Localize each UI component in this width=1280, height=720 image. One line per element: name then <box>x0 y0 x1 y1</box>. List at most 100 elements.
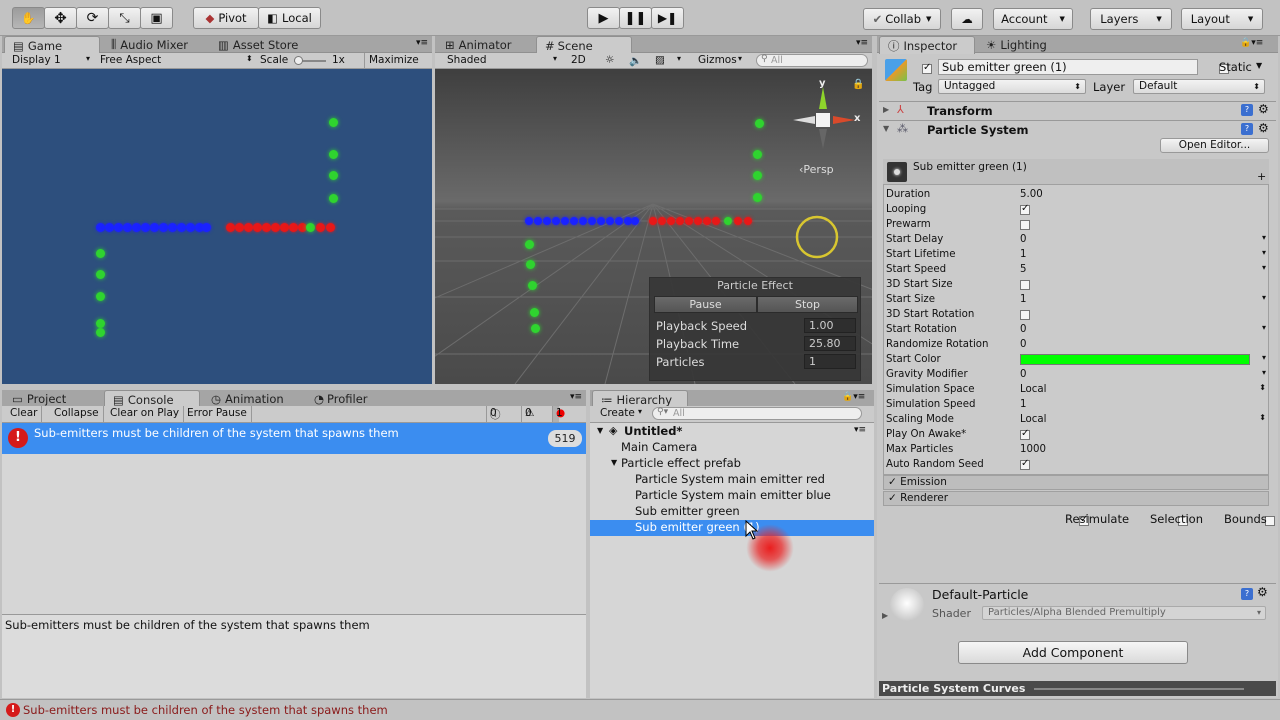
particle-system-curves-bar[interactable]: Particle System Curves <box>879 681 1276 696</box>
expand-arrow-icon[interactable]: ▼ <box>883 124 889 133</box>
hierarchy-item-emitter-red[interactable]: Particle System main emitter red <box>590 472 874 488</box>
tab-game[interactable]: ▤ Game <box>4 36 100 54</box>
aspect-dropdown[interactable]: Free Aspect <box>100 54 161 66</box>
account-dropdown[interactable]: Account ▼ <box>993 8 1073 30</box>
game-panel-menu-icon[interactable]: ▾≡ <box>416 38 428 48</box>
create-dropdown[interactable]: Create <box>600 407 635 419</box>
scale-slider-thumb[interactable] <box>294 56 303 65</box>
simulation-speed-field[interactable]: 1 <box>1020 399 1026 410</box>
clear-on-play-button[interactable]: Clear on Play <box>106 406 185 422</box>
chevron-down-icon[interactable]: ▼ <box>1256 61 1262 70</box>
lock-icon[interactable]: 🔒 <box>852 79 864 90</box>
max-particles-field[interactable]: 1000 <box>1020 444 1046 455</box>
chevron-down-icon[interactable]: ⬍ <box>1259 383 1266 392</box>
hierarchy-scene-row[interactable]: ▼ ◈ Untitled* ▾≡ <box>590 424 874 440</box>
orientation-gizmo[interactable] <box>785 79 865 159</box>
start-color-swatch[interactable] <box>1020 354 1250 365</box>
particles-field[interactable]: 1 <box>804 354 856 369</box>
start-rotation-field[interactable]: 0 <box>1020 324 1026 335</box>
shader-dropdown[interactable]: Particles/Alpha Blended Premultiply ▾ <box>982 606 1266 620</box>
chevron-down-icon[interactable]: ▾ <box>1262 353 1266 362</box>
gameobject-active-checkbox[interactable] <box>922 62 932 74</box>
effects-icon[interactable]: ▨ <box>655 54 665 66</box>
play-on-awake-checkbox[interactable] <box>1020 428 1030 440</box>
particle-stop-button[interactable]: Stop <box>757 296 858 313</box>
error-pause-button[interactable]: Error Pause <box>183 406 252 422</box>
expand-arrow-icon[interactable]: ▶ <box>882 611 888 620</box>
clear-button[interactable]: Clear <box>6 406 43 422</box>
scale-tool-button[interactable]: ⤡ <box>108 7 141 29</box>
looping-checkbox[interactable] <box>1020 203 1030 215</box>
scaling-mode-dropdown[interactable]: Local <box>1020 414 1046 425</box>
gizmos-dropdown[interactable]: Gizmos <box>698 54 737 66</box>
module-emission[interactable]: ✓ Emission <box>883 475 1269 490</box>
open-editor-button[interactable]: Open Editor... <box>1160 138 1269 153</box>
component-transform-header[interactable]: ▶ ⅄ Transform ? ⚙ <box>879 101 1276 120</box>
hierarchy-search-input[interactable]: All <box>652 407 862 420</box>
audio-icon[interactable]: 🔈 <box>629 54 642 67</box>
hierarchy-item-emitter-blue[interactable]: Particle System main emitter blue <box>590 488 874 504</box>
pause-button[interactable]: ❚❚ <box>619 7 652 29</box>
3d-start-size-checkbox[interactable] <box>1020 280 1030 290</box>
collapse-button[interactable]: Collapse <box>50 406 104 422</box>
2d-toggle[interactable]: 2D <box>571 54 586 66</box>
chevron-down-icon[interactable]: ▾ <box>1262 233 1266 242</box>
randomize-rotation-field[interactable]: 0 <box>1020 339 1026 350</box>
auto-random-seed-checkbox[interactable] <box>1020 458 1030 470</box>
hierarchy-item-particle-effect-prefab[interactable]: ▼ Particle effect prefab <box>590 456 874 472</box>
tab-profiler[interactable]: ◔ Profiler <box>306 390 402 407</box>
emission-checkmark-icon[interactable]: ✓ <box>888 476 897 488</box>
tab-inspector[interactable]: ⓘ Inspector <box>879 36 975 54</box>
rect-tool-button[interactable]: ▣ <box>140 7 173 29</box>
play-button[interactable]: ▶ <box>587 7 620 29</box>
add-component-button[interactable]: Add Component <box>958 641 1188 664</box>
help-icon[interactable]: ? <box>1241 588 1253 600</box>
scene-search-input[interactable]: All <box>756 54 868 67</box>
renderer-checkmark-icon[interactable]: ✓ <box>888 492 897 504</box>
drag-handle-icon[interactable] <box>1034 688 1244 690</box>
main-module-header[interactable]: Sub emitter green (1) + <box>883 159 1269 185</box>
chevron-down-icon[interactable]: ▾ <box>1262 323 1266 332</box>
start-size-field[interactable]: 1 <box>1020 294 1026 305</box>
expand-arrow-icon[interactable]: ▼ <box>597 426 603 435</box>
error-count-toggle[interactable]: ● 1 <box>552 406 565 422</box>
collab-dropdown[interactable]: ✔ Collab ▼ <box>863 8 941 30</box>
display-dropdown[interactable]: Display 1 <box>12 54 61 66</box>
scene-panel-menu-icon[interactable]: ▾≡ <box>856 38 868 48</box>
module-renderer[interactable]: ✓ Renderer <box>883 491 1269 506</box>
info-count-toggle[interactable]: ⓘ 0 <box>486 406 501 422</box>
tag-dropdown[interactable]: Untagged ⬍ <box>938 79 1086 94</box>
hierarchy-item-main-camera[interactable]: Main Camera <box>590 440 874 456</box>
tab-project[interactable]: ▭ Project <box>4 390 100 407</box>
console-panel-menu-icon[interactable]: ▾≡ <box>570 392 582 402</box>
chevron-down-icon[interactable]: ▾ <box>1262 293 1266 302</box>
simulation-space-dropdown[interactable]: Local <box>1020 384 1046 395</box>
layout-dropdown[interactable]: Layout ▼ <box>1181 8 1263 30</box>
gear-icon[interactable]: ⚙ <box>1257 585 1268 599</box>
hierarchy-panel-menu-icon[interactable]: 🔒▾≡ <box>842 392 865 402</box>
chevron-down-icon[interactable]: ▾ <box>1262 263 1266 272</box>
tab-animation[interactable]: ◷ Animation <box>203 390 303 407</box>
hierarchy-item-sub-emitter-green-1[interactable]: Sub emitter green (1) <box>590 520 874 536</box>
help-icon[interactable]: ? <box>1241 104 1253 116</box>
inspector-panel-menu-icon[interactable]: 🔒▾≡ <box>1240 38 1263 48</box>
tab-asset-store[interactable]: ▥ Asset Store <box>210 36 316 53</box>
start-lifetime-field[interactable]: 1 <box>1020 249 1026 260</box>
scene-menu-icon[interactable]: ▾≡ <box>854 425 866 435</box>
start-delay-field[interactable]: 0 <box>1020 234 1026 245</box>
shading-dropdown[interactable]: Shaded <box>447 54 487 66</box>
tab-lighting[interactable]: ☀ Lighting <box>978 36 1074 53</box>
start-speed-field[interactable]: 5 <box>1020 264 1026 275</box>
gravity-modifier-field[interactable]: 0 <box>1020 369 1026 380</box>
layers-dropdown[interactable]: Layers ▼ <box>1090 8 1172 30</box>
component-particle-system-header[interactable]: ▼ ⁂ Particle System ? ⚙ <box>879 120 1276 139</box>
duration-field[interactable]: 5.00 <box>1020 189 1043 200</box>
local-button[interactable]: ◧ Local <box>258 7 321 29</box>
tab-animator[interactable]: ⊞ Animator <box>437 36 533 53</box>
hierarchy-item-sub-emitter-green[interactable]: Sub emitter green <box>590 504 874 520</box>
add-module-icon[interactable]: + <box>1257 170 1266 183</box>
chevron-down-icon[interactable]: ▾ <box>1262 248 1266 257</box>
status-message[interactable]: Sub-emitters must be children of the sys… <box>23 703 388 717</box>
move-tool-button[interactable]: ✥ <box>44 7 77 29</box>
rotate-tool-button[interactable]: ⟳ <box>76 7 109 29</box>
